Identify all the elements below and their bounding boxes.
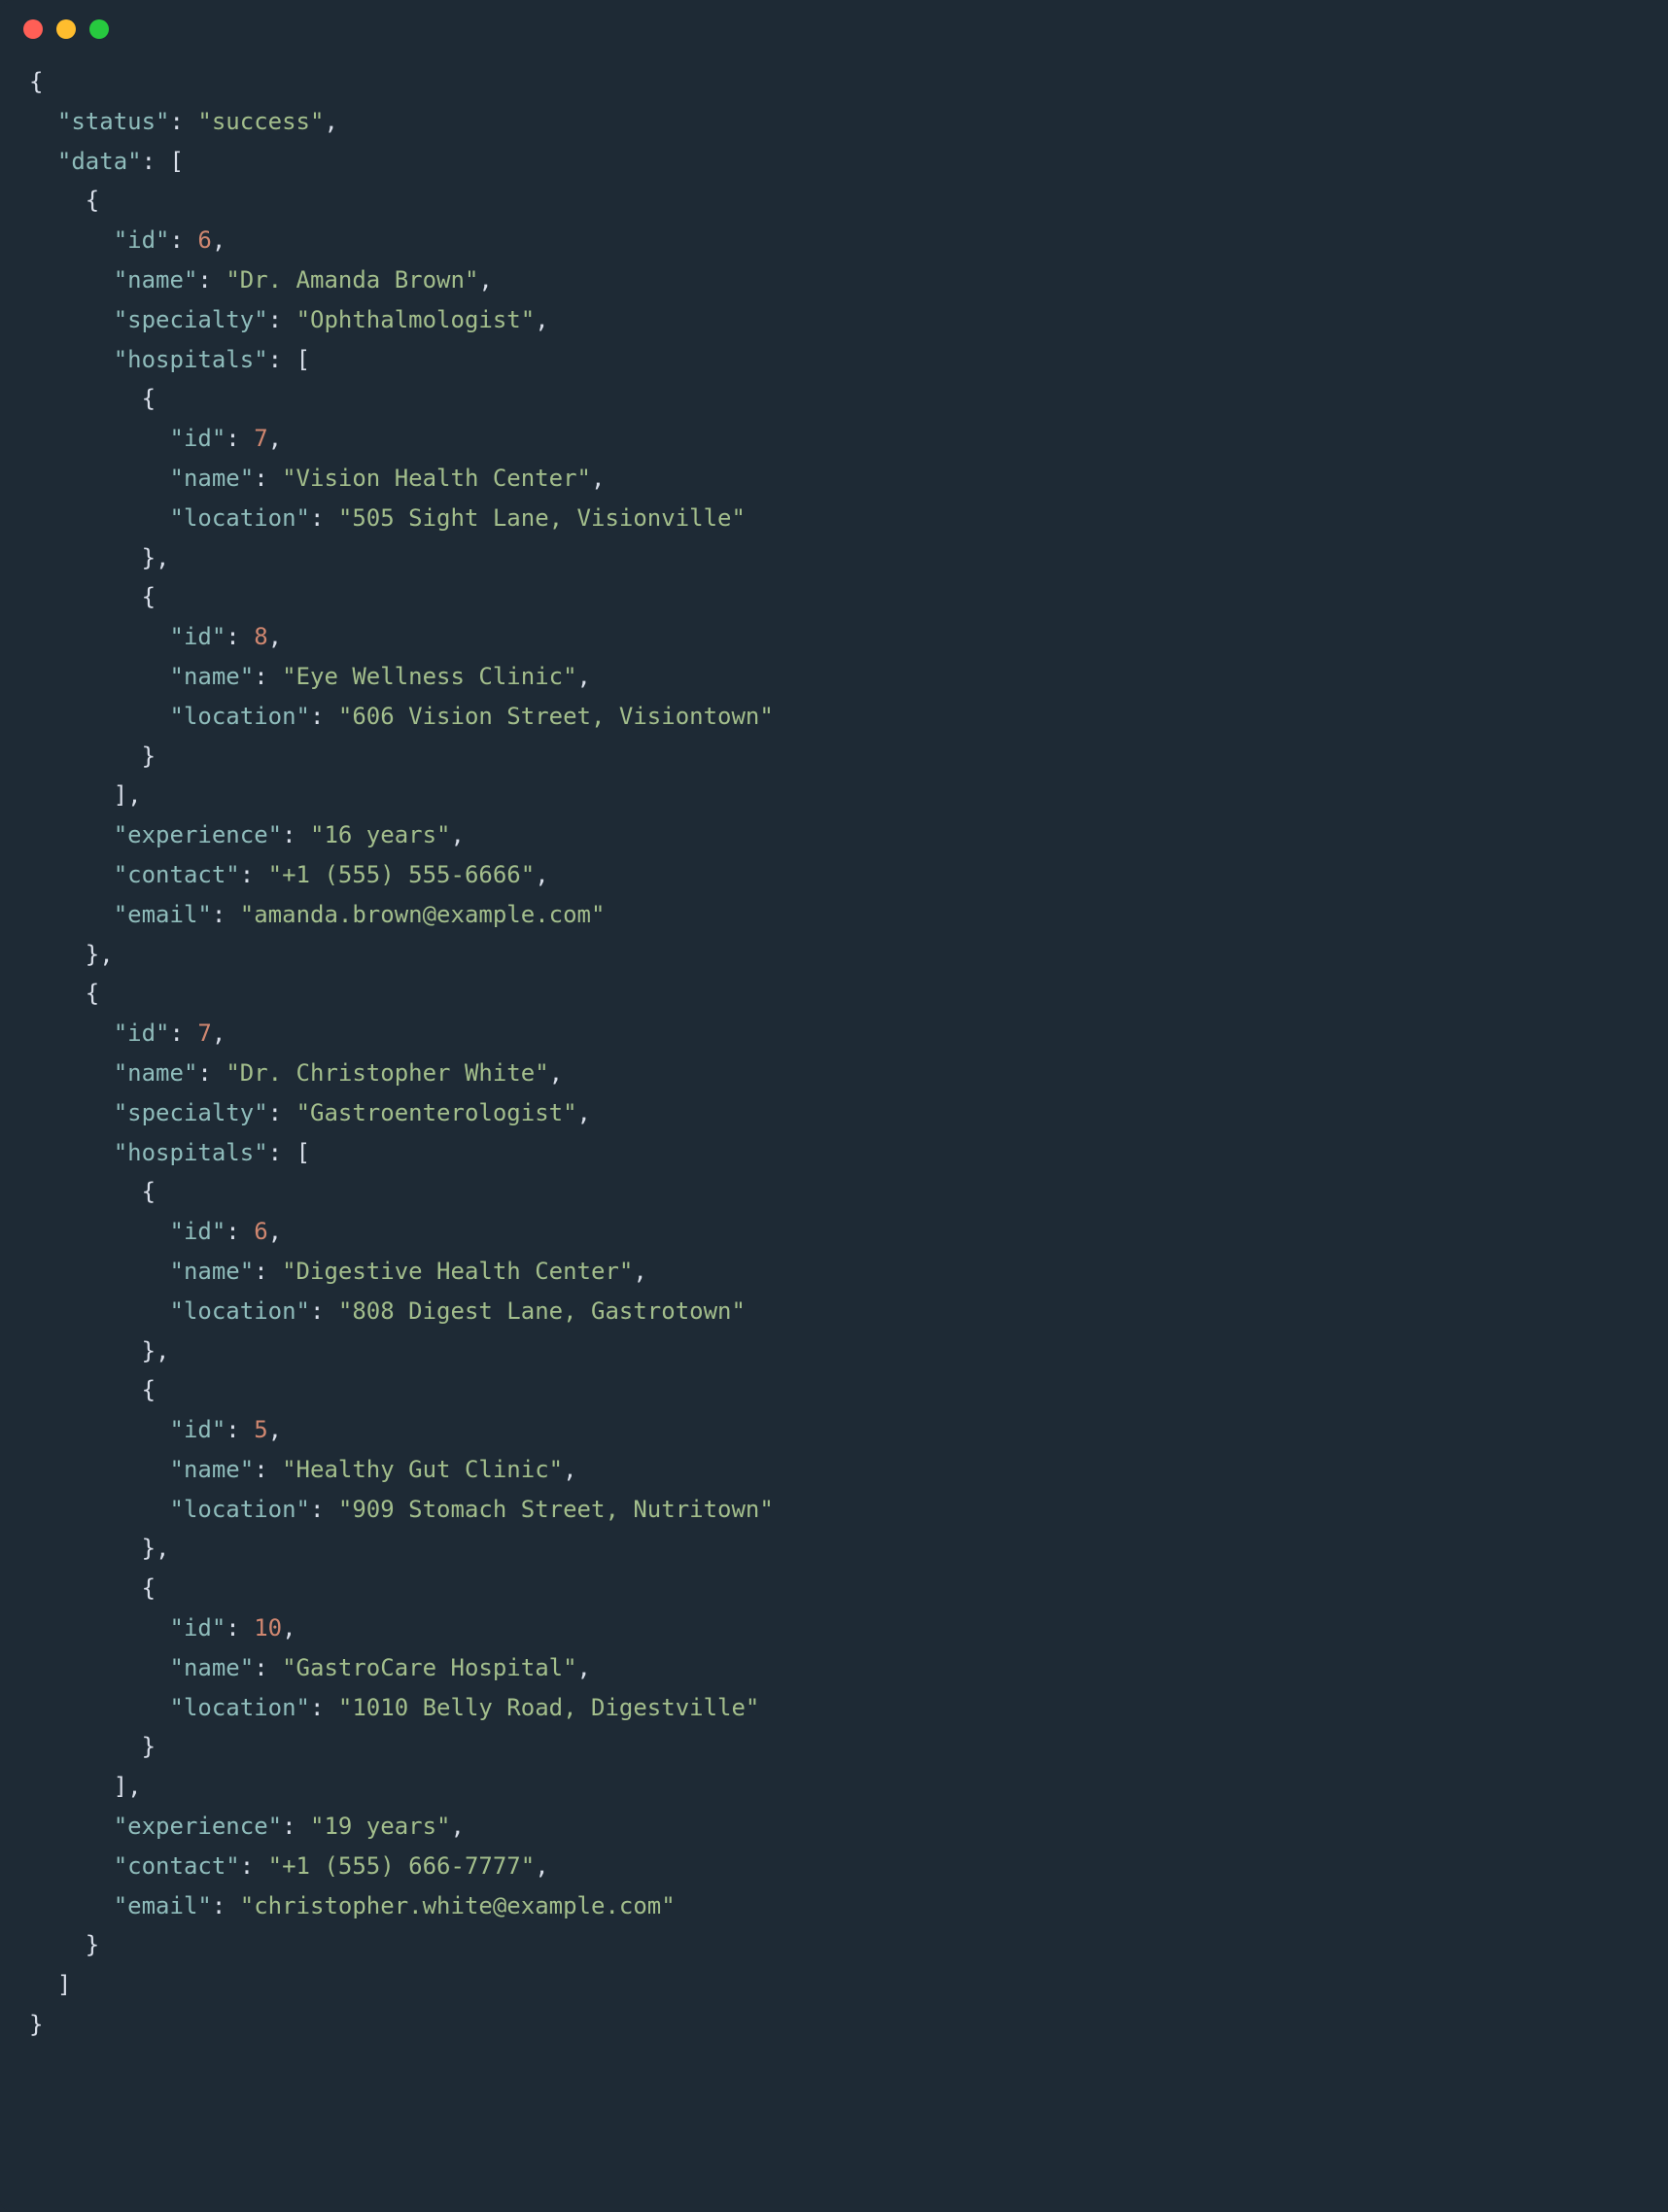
code-window: { "status": "success", "data": [ { "id":…: [0, 0, 1668, 2212]
maximize-icon[interactable]: [89, 19, 109, 39]
minimize-icon[interactable]: [56, 19, 76, 39]
close-icon[interactable]: [23, 19, 43, 39]
window-titlebar: [0, 0, 1668, 47]
json-code-block: { "status": "success", "data": [ { "id":…: [0, 47, 1668, 2084]
